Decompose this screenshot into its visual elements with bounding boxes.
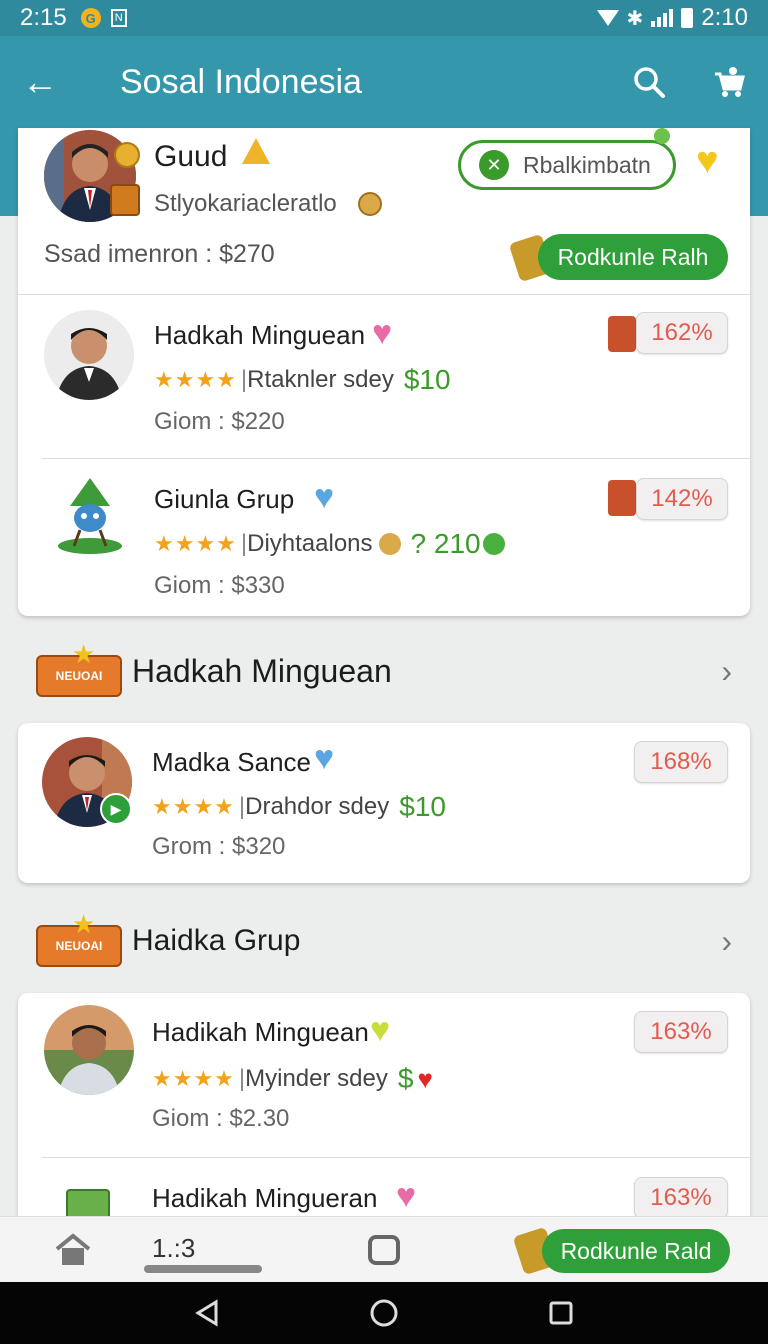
section-badge-icon: NEUOAI ★	[36, 639, 122, 699]
section-header[interactable]: NEUOAI ★ Hadkah Minguean ›	[0, 636, 768, 706]
stars-icon: ★★★★	[152, 794, 235, 819]
list-card: Hadikah Minguean ♥ ★★★★ | Myinder sdey $…	[18, 993, 750, 1233]
percent-badge[interactable]: 162%	[636, 312, 728, 354]
percent-badge[interactable]: 168%	[634, 741, 728, 783]
list-item-price: $10	[403, 364, 451, 395]
stars-icon: ★★★★	[154, 531, 237, 556]
summary-text: Ssad imenron : $270	[44, 240, 275, 268]
bluetooth-icon: ✱	[626, 7, 644, 30]
wifi-icon	[596, 10, 619, 26]
page-title: Sosal Indonesia	[120, 62, 362, 101]
signal-icon	[651, 9, 674, 27]
search-icon[interactable]	[632, 65, 666, 99]
play-icon[interactable]: ▶	[100, 793, 132, 825]
divider	[18, 294, 750, 295]
list-item-meta: Giom : $330	[154, 572, 285, 599]
nav-home-icon[interactable]	[369, 1298, 399, 1328]
section-title: Haidka Grup	[132, 924, 301, 957]
green-dot-icon	[654, 128, 670, 144]
list-item-desc: Rtaknler sdey	[247, 366, 394, 393]
status-time-right: 2:10	[701, 4, 748, 31]
lime-heart-icon: ♥	[370, 1011, 391, 1049]
percent-badge[interactable]: 142%	[636, 478, 728, 520]
list-item-name: Giunla Grup	[154, 484, 295, 514]
section-header[interactable]: NEUOAI ★ Haidka Grup ›	[0, 906, 768, 976]
list-item-meta: Grom : $320	[152, 833, 286, 860]
outline-button-label: Rbalkimbatn	[523, 151, 651, 178]
gift-badge-icon	[110, 184, 140, 216]
profile-name: Guud	[154, 140, 228, 173]
status-time: 2:15	[20, 4, 67, 31]
profile-subtitle: Stlyokariacleratlo	[154, 190, 337, 217]
list-item-price: ? 210	[410, 528, 481, 559]
list-item-price: $10	[399, 791, 446, 822]
chevron-right-icon[interactable]: ›	[721, 923, 732, 960]
percent-badge[interactable]: 163%	[634, 1011, 728, 1053]
scroll-icon	[608, 480, 636, 516]
section-badge-icon: NEUOAI ★	[36, 909, 122, 969]
stars-icon: ★★★★	[152, 1066, 235, 1091]
heart-icon: ♥	[372, 314, 393, 352]
divider	[42, 1157, 750, 1158]
list-item-rating: ★★★★ | Drahdor sdey $10	[152, 791, 446, 823]
heart-icon: ♥	[396, 1177, 417, 1215]
red-heart-icon: ♥	[417, 1063, 433, 1094]
warning-icon	[242, 138, 270, 164]
list-item-rating: ★★★★ | Myinder sdey $ ♥	[152, 1063, 433, 1095]
avatar[interactable]	[44, 310, 134, 400]
notification-badge-icon: G	[80, 8, 101, 28]
list-item-rating: ★★★★ | Diyhtaalons ? 210	[154, 528, 505, 560]
app-bar: ← Sosal Indonesia	[0, 36, 768, 128]
list-item-desc: Drahdor sdey	[245, 793, 390, 820]
outline-action-button[interactable]: ✕ Rbalkimbatn	[458, 140, 676, 190]
close-circle-icon: ✕	[479, 150, 509, 180]
back-arrow-icon[interactable]: ←	[22, 61, 62, 103]
nav-back-icon[interactable]	[194, 1299, 220, 1327]
list-item-meta: Giom : $2.30	[152, 1105, 290, 1132]
coin-badge-icon	[114, 142, 140, 168]
list-item-name: Madka Sance	[152, 747, 311, 777]
blue-heart-icon: ♥	[314, 739, 335, 777]
list-item-name: Hadkah Minguean	[154, 320, 366, 350]
gift-box-icon	[66, 1189, 110, 1219]
percent-badge[interactable]: 163%	[634, 1177, 728, 1219]
scroll-icon	[608, 316, 636, 352]
blue-heart-icon: ♥	[314, 478, 335, 516]
battery-icon	[681, 8, 694, 28]
redeem-button-bottom[interactable]: Rodkunle Rald	[542, 1229, 730, 1273]
list-item-name: Hadikah Minguean	[152, 1017, 369, 1047]
list-item-rating: ★★★★ | Rtaknler sdey $10	[154, 364, 451, 396]
avatar[interactable]	[44, 1005, 134, 1095]
top-card: Guud Stlyokariacleratlo ✕ Rbalkimbatn ♥ …	[18, 128, 750, 616]
list-item-desc: Diyhtaalons	[247, 530, 373, 557]
page-indicator: 1.:3	[152, 1233, 196, 1263]
list-item-price: $	[397, 1063, 414, 1094]
chevron-right-icon[interactable]: ›	[721, 653, 732, 690]
coin-icon	[358, 192, 382, 216]
notification-n-icon: N	[110, 9, 127, 27]
scroll-handle[interactable]	[144, 1265, 262, 1273]
status-bar: 2:15 G N ✱ 2:10	[0, 0, 768, 36]
coin-icon	[378, 533, 401, 555]
list-item-name: Hadikah Mingueran	[152, 1183, 378, 1213]
stars-icon: ★★★★	[154, 367, 237, 392]
list-item-desc: Myinder sdey	[245, 1065, 388, 1092]
system-nav-bar	[0, 1282, 768, 1344]
nav-recents-icon[interactable]	[548, 1300, 574, 1326]
bottom-bar: 1.:3 Rodkunle Rald	[0, 1216, 768, 1282]
redeem-button[interactable]: Rodkunle Ralh	[538, 234, 728, 280]
section-title: Hadkah Minguean	[132, 652, 392, 689]
heart-pin-icon[interactable]: ♥	[696, 140, 719, 183]
home-icon[interactable]	[54, 1233, 92, 1267]
list-item-meta: Giom : $220	[154, 408, 285, 435]
green-coin-icon	[482, 533, 505, 555]
divider	[42, 458, 750, 459]
list-card: ▶ Madka Sance ♥ ★★★★ | Drahdor sdey $10 …	[18, 723, 750, 883]
wizard-avatar[interactable]	[52, 476, 128, 556]
share-icon[interactable]	[368, 1235, 400, 1265]
cart-icon[interactable]	[712, 65, 746, 99]
